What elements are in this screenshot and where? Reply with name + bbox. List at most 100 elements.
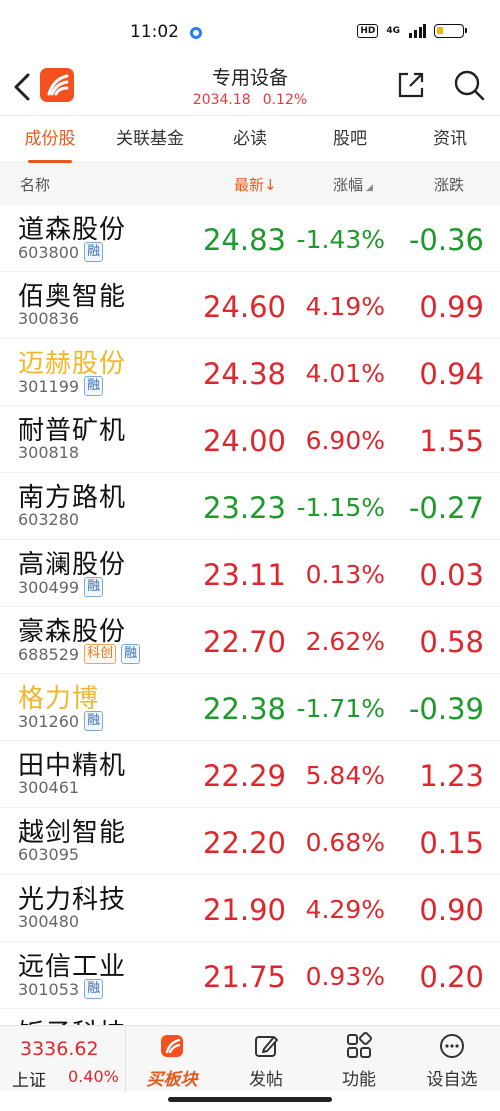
share-icon[interactable] bbox=[396, 70, 426, 100]
stock-code: 301260 bbox=[18, 711, 80, 731]
nav-add-watchlist-label: 设自选 bbox=[426, 1070, 478, 1090]
table-row[interactable]: 格力博 301260 融 22.38 -1.71% -0.39 bbox=[0, 674, 500, 741]
stock-price: 22.38 bbox=[202, 692, 286, 726]
tab-news[interactable]: 资讯 bbox=[400, 116, 500, 162]
column-change-pct[interactable]: 涨幅 ◢ bbox=[333, 174, 373, 195]
stock-price: 24.83 bbox=[202, 223, 286, 257]
stock-price: 21.75 bbox=[202, 960, 286, 994]
stock-name: 越剑智能 bbox=[18, 818, 127, 848]
sector-index-value: 2034.18 bbox=[192, 92, 251, 108]
table-row[interactable]: 迈赫股份 301199 融 24.38 4.01% 0.94 bbox=[0, 339, 500, 406]
stock-change: 0.20 bbox=[419, 960, 484, 994]
stock-code-line: 603800 融 bbox=[18, 242, 104, 262]
stock-name: 道森股份 bbox=[18, 215, 127, 245]
bottom-bar: 3336.62 上证 0.40% 买板块 发帖 功能 设自选 bbox=[0, 1025, 500, 1092]
battery-icon bbox=[434, 24, 467, 38]
signal-icon bbox=[409, 24, 426, 38]
table-row[interactable]: 光力科技 300480 21.90 4.29% 0.90 bbox=[0, 875, 500, 942]
margin-trading-badge: 融 bbox=[84, 376, 104, 396]
stock-change: -0.36 bbox=[408, 223, 484, 257]
table-row[interactable]: 道森股份 603800 融 24.83 -1.43% -0.36 bbox=[0, 205, 500, 272]
index-pct: 0.40% bbox=[68, 1067, 119, 1086]
status-indicators: HD 4G bbox=[357, 24, 467, 38]
status-bar: 11:02 HD 4G bbox=[0, 0, 500, 60]
stock-change-pct: 4.29% bbox=[305, 895, 385, 924]
stock-code-line: 300461 bbox=[18, 778, 79, 797]
stock-price: 24.00 bbox=[202, 424, 286, 458]
stock-change: 0.58 bbox=[419, 625, 484, 659]
table-row[interactable]: 耐普矿机 300818 24.00 6.90% 1.55 bbox=[0, 406, 500, 473]
stock-change: 0.99 bbox=[419, 290, 484, 324]
tab-bar: 成份股 关联基金 必读 股吧 资讯 bbox=[0, 115, 500, 163]
stock-change: 0.03 bbox=[419, 558, 484, 592]
stock-change: 1.55 bbox=[419, 424, 484, 458]
index-value: 3336.62 bbox=[20, 1038, 99, 1060]
table-row[interactable]: 远信工业 301053 融 21.75 0.93% 0.20 bbox=[0, 942, 500, 1009]
table-row[interactable]: 高澜股份 300499 融 23.11 0.13% 0.03 bbox=[0, 540, 500, 607]
stock-code: 300461 bbox=[18, 778, 80, 797]
table-row[interactable]: 佰奥智能 300836 24.60 4.19% 0.99 bbox=[0, 272, 500, 339]
margin-trading-badge: 融 bbox=[84, 242, 104, 262]
stock-code-line: 603280 bbox=[18, 510, 79, 529]
table-row[interactable]: 田中精机 300461 22.29 5.84% 1.23 bbox=[0, 741, 500, 808]
more-dots-icon bbox=[440, 1034, 464, 1058]
nav-add-watchlist[interactable]: 设自选 bbox=[406, 1026, 498, 1092]
stock-name: 田中精机 bbox=[18, 751, 127, 781]
stock-price: 22.20 bbox=[202, 826, 286, 860]
stock-code-line: 688529 科创融 bbox=[18, 644, 141, 664]
tab-forum[interactable]: 股吧 bbox=[300, 116, 400, 162]
stock-change: 0.90 bbox=[419, 893, 484, 927]
margin-trading-badge: 融 bbox=[84, 577, 104, 597]
stock-price: 24.38 bbox=[202, 357, 286, 391]
home-indicator[interactable] bbox=[168, 1097, 332, 1102]
stock-price: 22.29 bbox=[202, 759, 286, 793]
tab-constituents[interactable]: 成份股 bbox=[0, 116, 100, 163]
nav-functions-label: 功能 bbox=[342, 1070, 376, 1090]
stock-code: 300480 bbox=[18, 912, 80, 931]
stock-code-line: 301199 融 bbox=[18, 376, 104, 396]
star-market-badge: 科创 bbox=[84, 644, 117, 664]
stock-change-pct: 2.62% bbox=[305, 627, 385, 656]
stock-change-pct: 6.90% bbox=[305, 426, 385, 455]
nav-functions[interactable]: 功能 bbox=[313, 1026, 405, 1092]
stock-code: 603095 bbox=[18, 845, 80, 864]
stock-code-line: 603095 bbox=[18, 845, 79, 864]
tab-related-funds[interactable]: 关联基金 bbox=[100, 116, 200, 162]
stock-change: 0.15 bbox=[419, 826, 484, 860]
stock-change-pct: 5.84% bbox=[305, 761, 385, 790]
sector-index-pct: 0.12% bbox=[262, 92, 308, 108]
stock-change-pct: -1.43% bbox=[296, 225, 385, 254]
stock-change-pct: 4.19% bbox=[305, 292, 385, 321]
stock-change: -0.27 bbox=[408, 491, 484, 525]
stock-change-pct: 4.01% bbox=[305, 359, 385, 388]
search-icon[interactable] bbox=[452, 68, 486, 102]
stock-change: -0.39 bbox=[408, 692, 484, 726]
stock-code: 300499 bbox=[18, 577, 80, 597]
tab-must-read[interactable]: 必读 bbox=[200, 116, 300, 162]
column-change[interactable]: 涨跌 bbox=[434, 174, 464, 195]
table-row[interactable]: 豪森股份 688529 科创融 22.70 2.62% 0.58 bbox=[0, 607, 500, 674]
notification-dot-icon bbox=[190, 27, 202, 39]
battery-level bbox=[437, 27, 443, 34]
stock-code-line: 300818 bbox=[18, 443, 79, 462]
table-header: 名称 最新↓ 涨幅 ◢ 涨跌 bbox=[0, 163, 500, 205]
stock-change-pct: 0.13% bbox=[305, 560, 385, 589]
table-row[interactable]: 越剑智能 603095 22.20 0.68% 0.15 bbox=[0, 808, 500, 875]
nav-post[interactable]: 发帖 bbox=[220, 1026, 312, 1092]
stock-price: 21.90 bbox=[202, 893, 286, 927]
column-latest-sort[interactable]: 最新↓ bbox=[234, 174, 277, 195]
column-name[interactable]: 名称 bbox=[20, 174, 50, 195]
stock-name: 迈赫股份 bbox=[18, 349, 127, 379]
table-row[interactable]: 南方路机 603280 23.23 -1.15% -0.27 bbox=[0, 473, 500, 540]
stock-code-line: 300480 bbox=[18, 912, 79, 931]
nav-post-label: 发帖 bbox=[249, 1070, 283, 1090]
stock-price: 24.60 bbox=[202, 290, 286, 324]
margin-trading-badge: 融 bbox=[84, 979, 104, 999]
status-time: 11:02 bbox=[130, 22, 179, 42]
grid-functions-icon bbox=[347, 1031, 373, 1058]
stock-change: 0.94 bbox=[419, 357, 484, 391]
network-label: 4G bbox=[386, 26, 400, 36]
nav-buy-sector[interactable]: 买板块 bbox=[126, 1026, 218, 1092]
shanghai-index-box[interactable]: 3336.62 上证 0.40% bbox=[0, 1026, 126, 1092]
stock-code: 301053 bbox=[18, 979, 80, 999]
